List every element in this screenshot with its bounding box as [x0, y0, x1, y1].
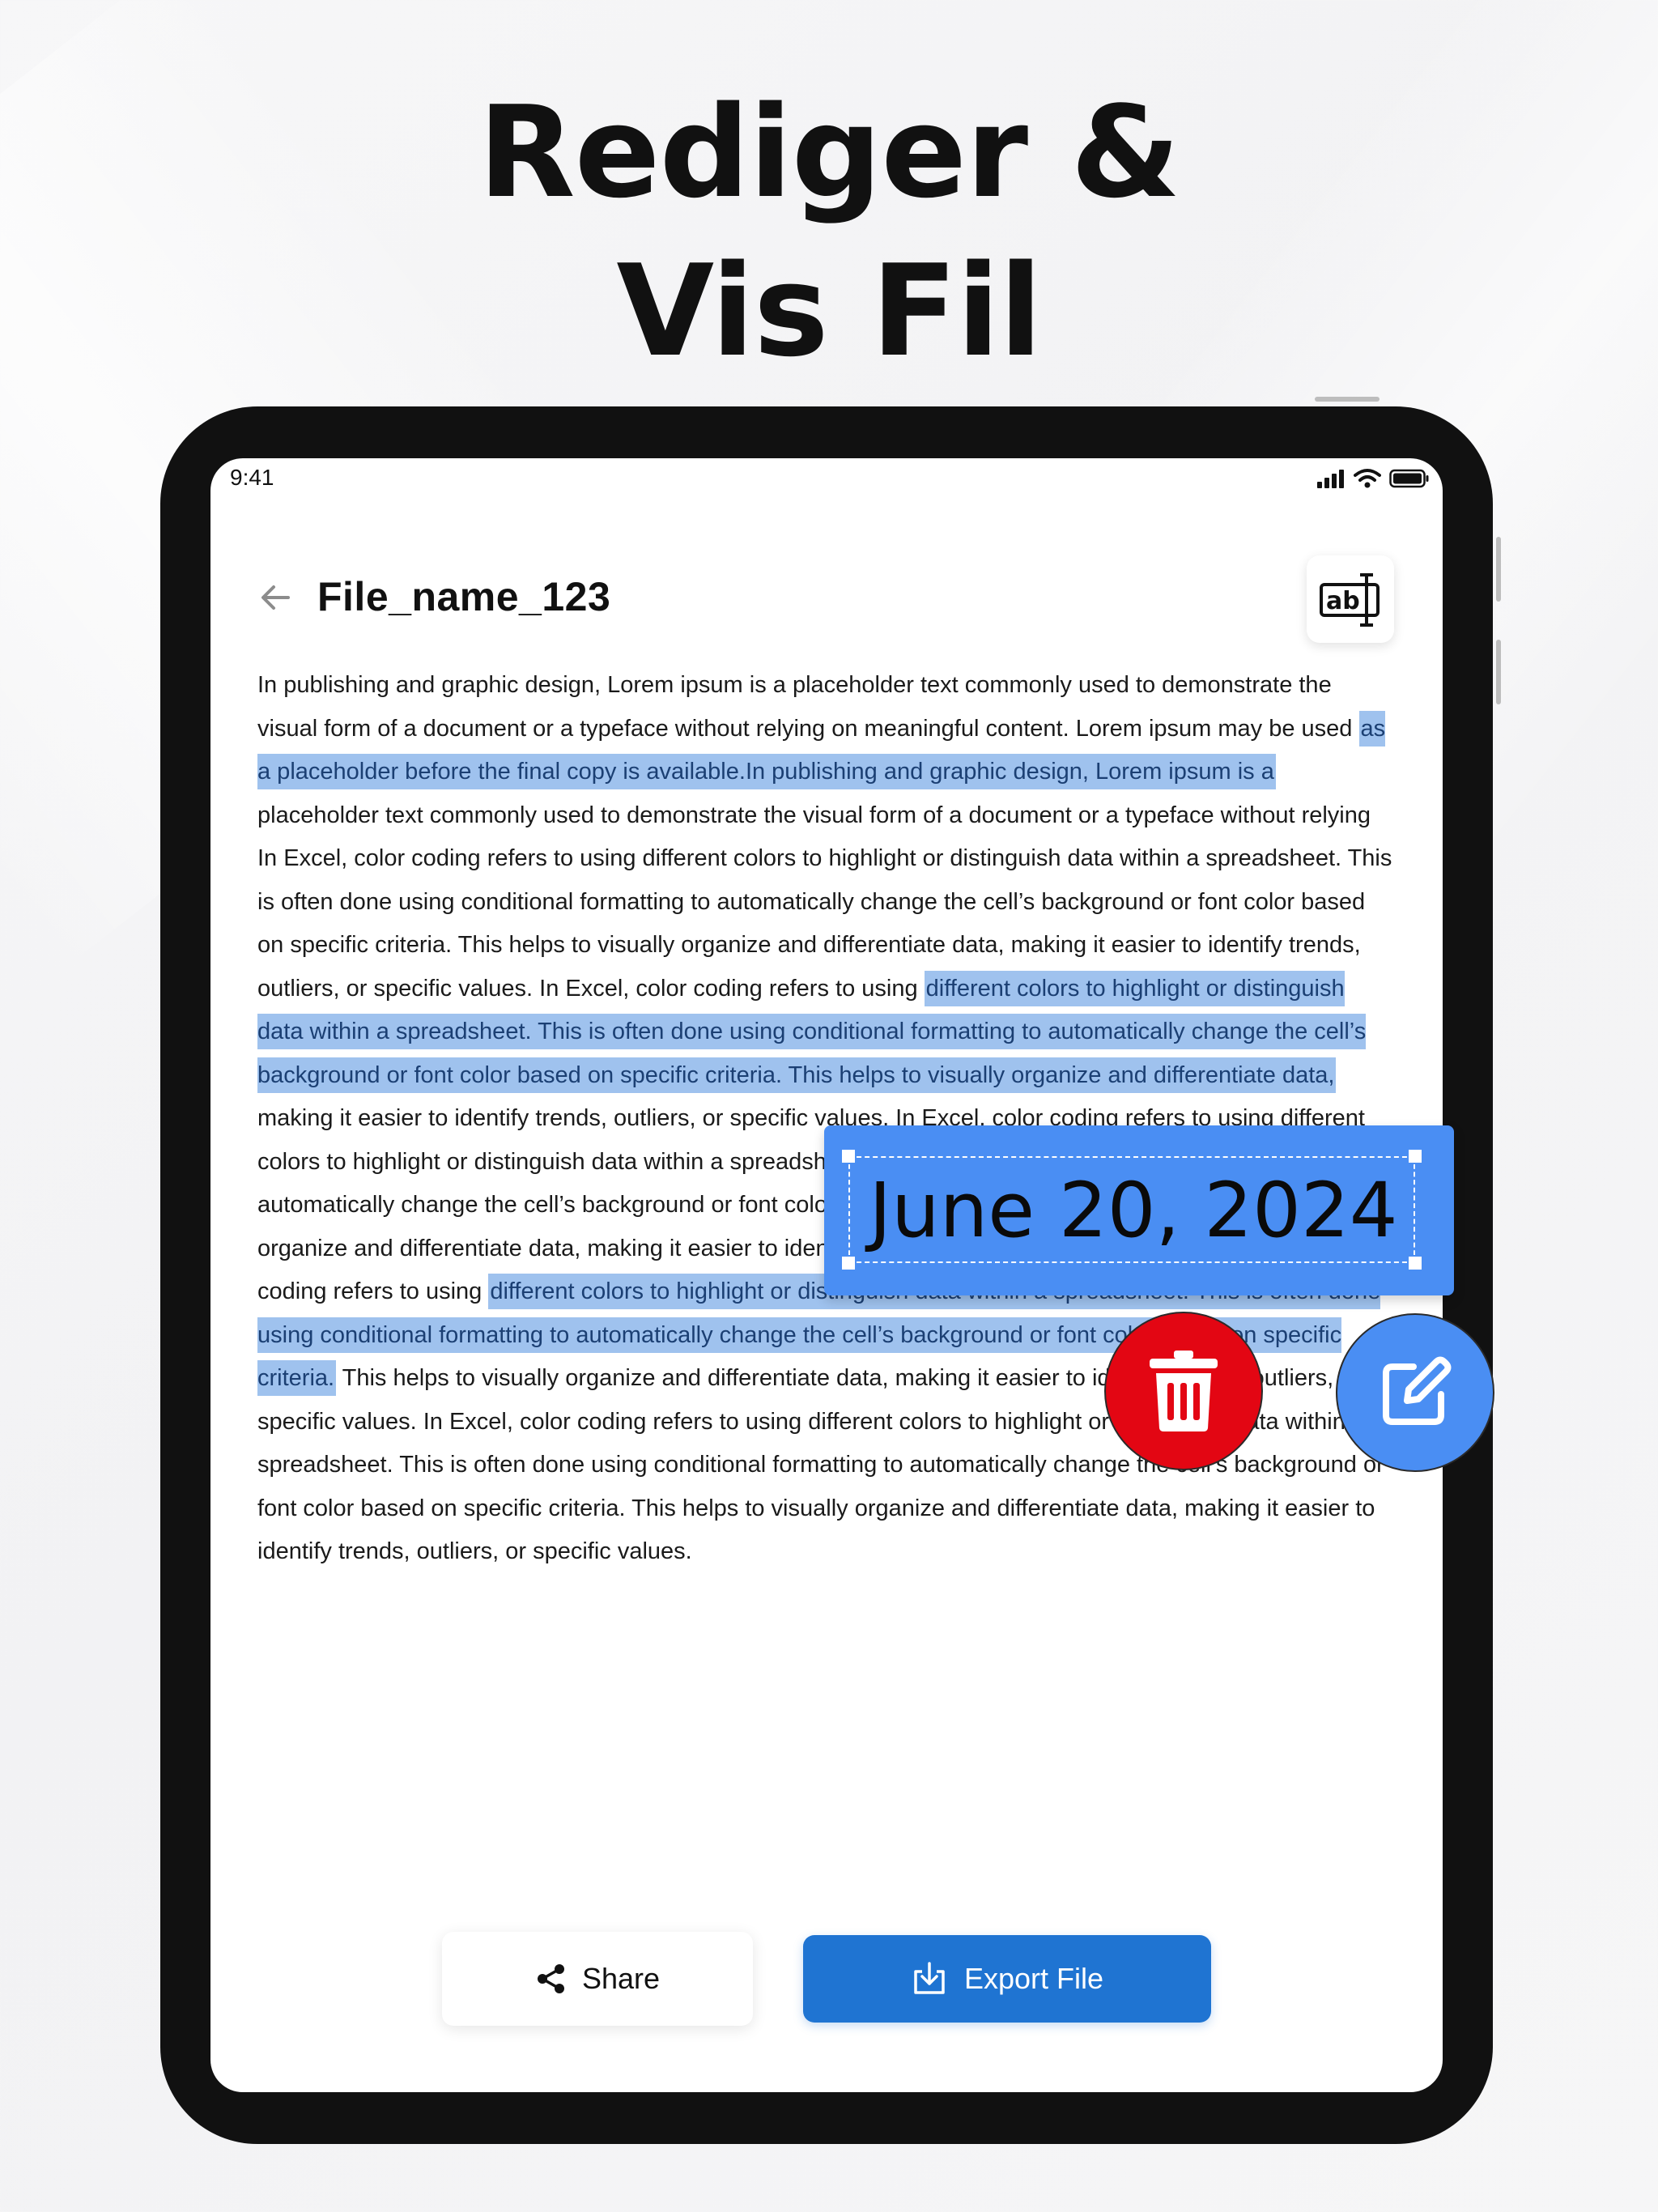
arrow-left-icon[interactable]	[257, 580, 293, 615]
export-file-button[interactable]: Export File	[803, 1935, 1211, 2023]
text-edit-ab-icon: ab	[1320, 573, 1380, 627]
edit-pencil-icon	[1383, 1356, 1452, 1425]
share-button[interactable]: Share	[442, 1932, 753, 2026]
edit-button[interactable]	[1336, 1313, 1494, 1472]
device-side-button	[1496, 640, 1501, 704]
device-side-button	[1496, 537, 1501, 602]
action-bar: Share Export File	[210, 1932, 1443, 2029]
date-stamp-selection: June 20, 2024	[848, 1156, 1415, 1263]
text-edit-button[interactable]: ab	[1307, 555, 1394, 643]
doc-text: In publishing and graphic design, Lorem …	[257, 672, 1359, 742]
resize-handle[interactable]	[840, 1255, 857, 1271]
headline-line-2: Vis Fil	[616, 237, 1042, 385]
date-stamp-text: June 20, 2024	[869, 1167, 1398, 1255]
battery-icon	[1389, 469, 1429, 488]
headline-line-1: Rediger &	[478, 79, 1181, 226]
resize-handle[interactable]	[1407, 1148, 1423, 1164]
resize-handle[interactable]	[840, 1148, 857, 1164]
svg-text:ab: ab	[1326, 587, 1360, 615]
share-label: Share	[581, 1962, 661, 1995]
trash-icon	[1150, 1351, 1218, 1431]
share-icon	[537, 1964, 564, 1993]
document-header: File_name_123 ab	[257, 555, 1394, 644]
signal-icon	[1317, 470, 1344, 488]
resize-handle[interactable]	[1407, 1255, 1423, 1271]
date-stamp-overlay[interactable]: June 20, 2024	[824, 1125, 1454, 1295]
device-top-button	[1315, 397, 1380, 402]
export-download-icon	[914, 1962, 945, 1994]
promo-headline: Rediger & Vis Fil	[0, 73, 1658, 390]
file-title: File_name_123	[317, 574, 611, 619]
wifi-icon	[1354, 469, 1381, 488]
status-time: 9:41	[230, 465, 274, 490]
status-icons	[1316, 468, 1430, 489]
export-label: Export File	[963, 1962, 1104, 1995]
delete-button[interactable]	[1104, 1312, 1263, 1470]
